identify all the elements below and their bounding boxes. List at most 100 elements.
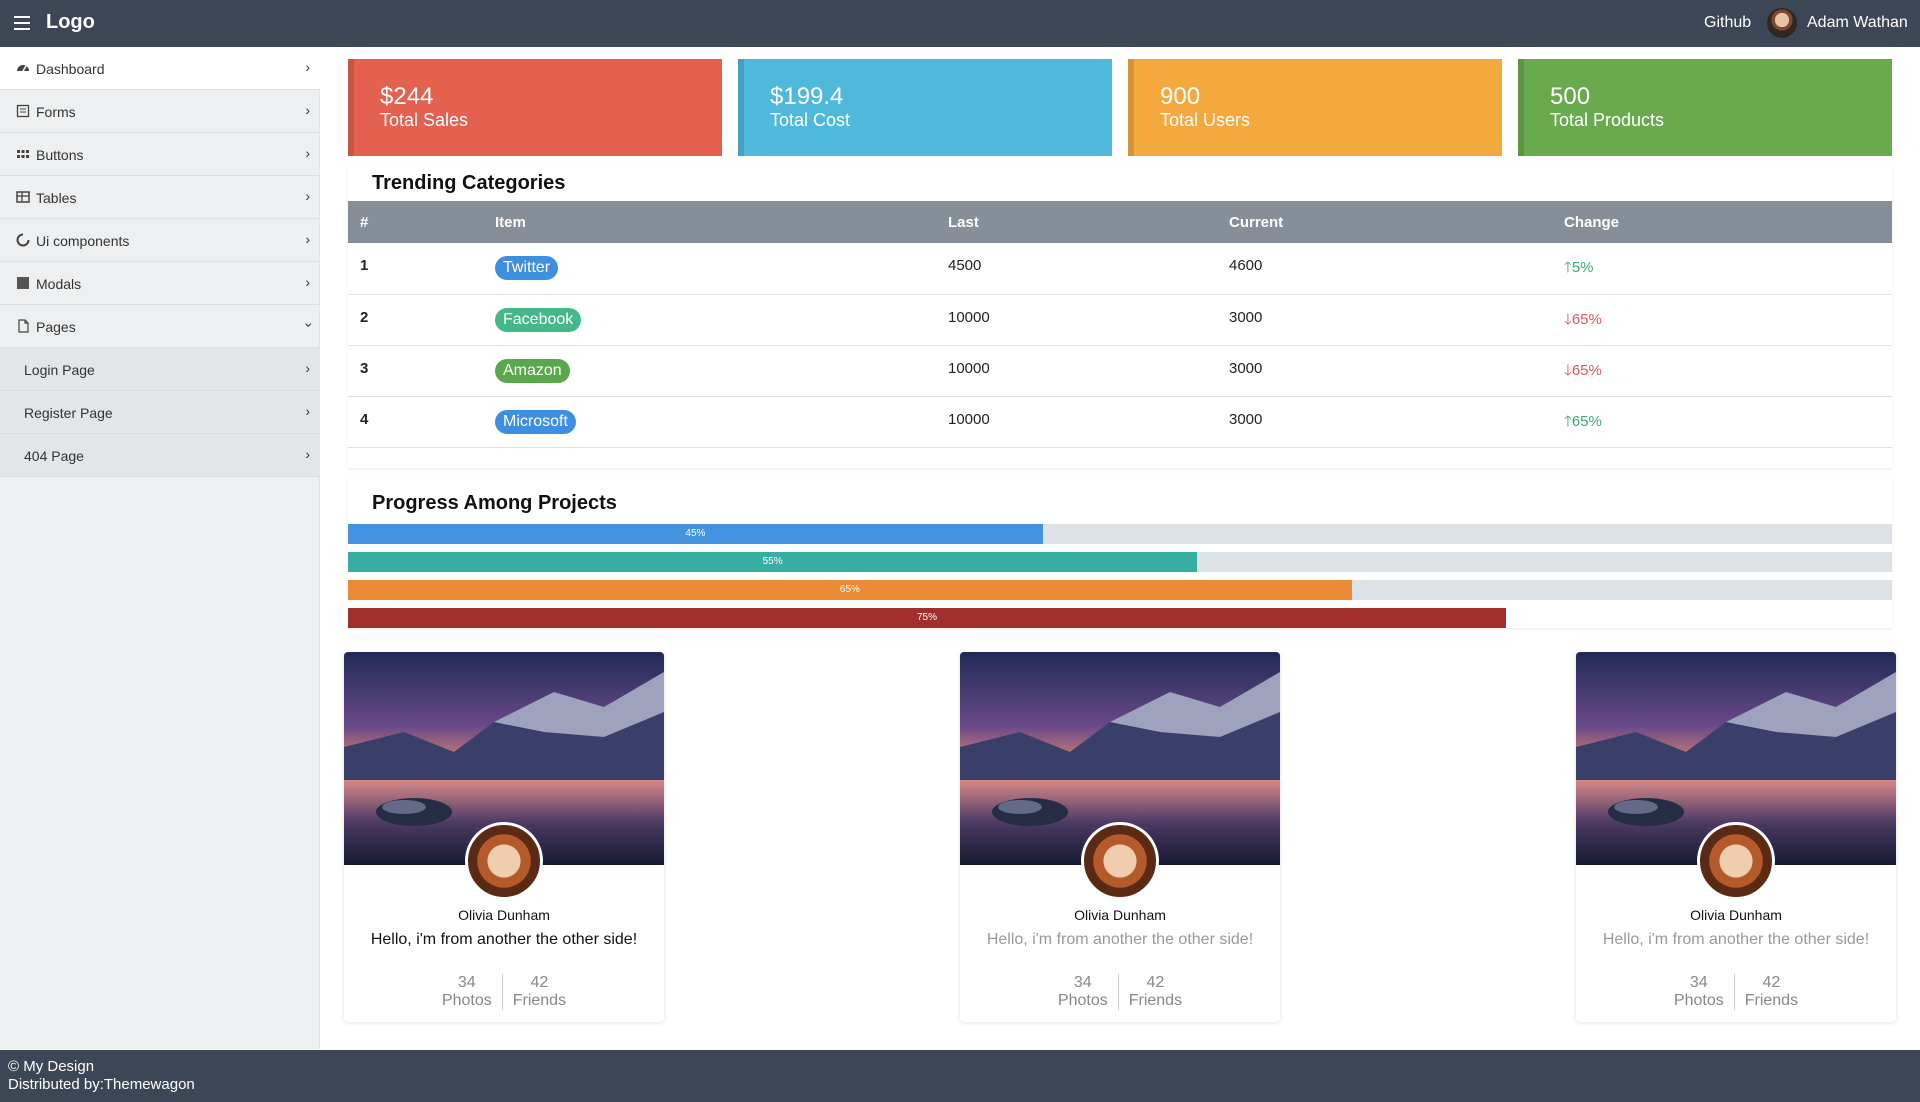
last-value: 4500 [936,243,1217,295]
progress-bar: 75% [348,608,1892,628]
last-value: 10000 [936,396,1217,448]
footer-copyright: © My Design [8,1058,95,1075]
sidebar-item-label: Tables [36,190,77,206]
row-number: 3 [348,345,483,397]
chevron-right-icon: › [305,102,310,118]
avatar[interactable] [1697,822,1775,900]
sidebar-subitem-register[interactable]: Register Page › [0,391,320,434]
change-value: 🡑65% [1564,413,1602,430]
photos-count: 34 [1689,974,1708,991]
square-icon [16,276,30,290]
friends-label: Friends [512,992,567,1009]
stat-card-total-products: 500 Total Products [1518,59,1892,156]
avatar[interactable] [1767,8,1797,38]
sidebar-item-forms[interactable]: Forms › [0,90,320,133]
photos-label: Photos [1673,992,1724,1009]
top-navbar: Logo Github Adam Wathan [0,0,1920,47]
item-badge[interactable]: Microsoft [495,409,576,434]
stat-value: $199.4 [770,83,844,110]
sidebar-item-label: Dashboard [36,61,105,77]
change-value: 🡓65% [1564,362,1602,379]
sidebar-subitem-404[interactable]: 404 Page › [0,434,320,477]
table-row: 1 Twitter 4500 4600 🡑5% [348,243,1892,295]
arrow-down-icon: 🡓 [1564,310,1572,328]
user-name[interactable]: Adam Wathan [1807,14,1908,32]
photos-count: 34 [457,974,476,991]
profile-card: Olivia Dunham Hello, i'm from another th… [960,652,1280,1022]
change-text: 65% [1571,412,1602,430]
avatar[interactable] [1081,822,1159,900]
sidebar-item-buttons[interactable]: Buttons › [0,133,320,176]
grid-icon [16,147,30,161]
chevron-right-icon: › [305,231,310,247]
photos-stat: 34 Photos [432,974,502,1010]
footer: © My Design Distributed by:Themewagon [0,1050,1920,1102]
panel-title: Trending Categories [372,172,566,194]
column-header: # [360,213,369,231]
stat-value: $244 [380,83,434,110]
column-header: Change [1564,213,1620,231]
last-value: 10000 [936,294,1217,346]
sidebar-item-modals[interactable]: Modals › [0,262,320,305]
photos-stat: 34 Photos [1664,974,1734,1010]
last-value: 10000 [936,345,1217,397]
chevron-right-icon: › [305,188,310,204]
file-icon [16,319,30,333]
progress-panel: Progress Among Projects 45% 55% 65% 75% [348,478,1892,628]
change-value: 🡑5% [1564,259,1594,276]
stat-label: Total Cost [770,110,851,130]
profile-bio: Hello, i'm from another the other side! [370,931,638,948]
footer-credit: Distributed by:Themewagon [8,1076,195,1093]
current-value: 3000 [1217,345,1552,397]
profile-stats: 34 Photos 42 Friends [344,974,664,1010]
sidebar-item-ui-components[interactable]: Ui components › [0,219,320,262]
row-number: 2 [348,294,483,346]
photos-stat: 34 Photos [1048,974,1118,1010]
menu-icon[interactable] [14,16,30,30]
avatar[interactable] [465,822,543,900]
stat-value: 900 [1160,83,1201,110]
stat-value: 500 [1550,83,1591,110]
friends-label: Friends [1744,992,1799,1009]
chevron-right-icon: › [305,145,310,161]
profile-stats: 34 Photos 42 Friends [1576,974,1896,1010]
change-value: 🡓65% [1564,311,1602,328]
sidebar-item-label: Modals [36,276,82,292]
photos-label: Photos [1057,992,1108,1009]
profile-card: Olivia Dunham Hello, i'm from another th… [1576,652,1896,1022]
logo[interactable]: Logo [46,11,95,34]
progress-fill: 45% [348,524,1043,544]
sidebar-subitem-label: 404 Page [24,448,84,464]
sidebar-item-tables[interactable]: Tables › [0,176,320,219]
progress-bar: 45% [348,524,1892,544]
profile-bio: Hello, i'm from another the other side! [986,931,1254,948]
current-value: 3000 [1217,294,1552,346]
table-row: 4 Microsoft 10000 3000 🡑65% [348,396,1892,448]
sidebar-item-dashboard[interactable]: Dashboard › [0,47,320,90]
friends-stat: 42 Friends [501,974,576,1010]
photos-label: Photos [441,992,492,1009]
progress-bar: 65% [348,580,1892,600]
profile-name: Olivia Dunham [458,907,550,923]
trending-categories-panel: Trending Categories # Item Last Current … [348,164,1892,468]
item-badge[interactable]: Facebook [495,307,582,332]
sidebar-item-label: Buttons [36,147,84,163]
sidebar-subitem-login[interactable]: Login Page › [0,348,320,391]
sidebar-subitem-label: Register Page [24,405,113,421]
friends-stat: 42 Friends [1117,974,1192,1010]
stat-card-total-cost: $199.4 Total Cost [738,59,1112,156]
row-number: 1 [348,243,483,295]
profile-stats: 34 Photos 42 Friends [960,974,1280,1010]
profile-card: Olivia Dunham Hello, i'm from another th… [344,652,664,1022]
chevron-right-icon: › [305,274,310,290]
friends-count: 42 [1146,974,1165,991]
item-badge[interactable]: Amazon [495,358,570,383]
sidebar-item-pages[interactable]: Pages › [0,305,320,348]
change-text: 65% [1571,310,1602,328]
stat-label: Total Users [1160,110,1251,130]
sidebar-item-label: Forms [36,104,76,120]
profile-name: Olivia Dunham [1690,907,1782,923]
item-badge[interactable]: Twitter [495,256,559,280]
github-link[interactable]: Github [1704,14,1751,32]
progress-bar: 55% [348,552,1892,572]
